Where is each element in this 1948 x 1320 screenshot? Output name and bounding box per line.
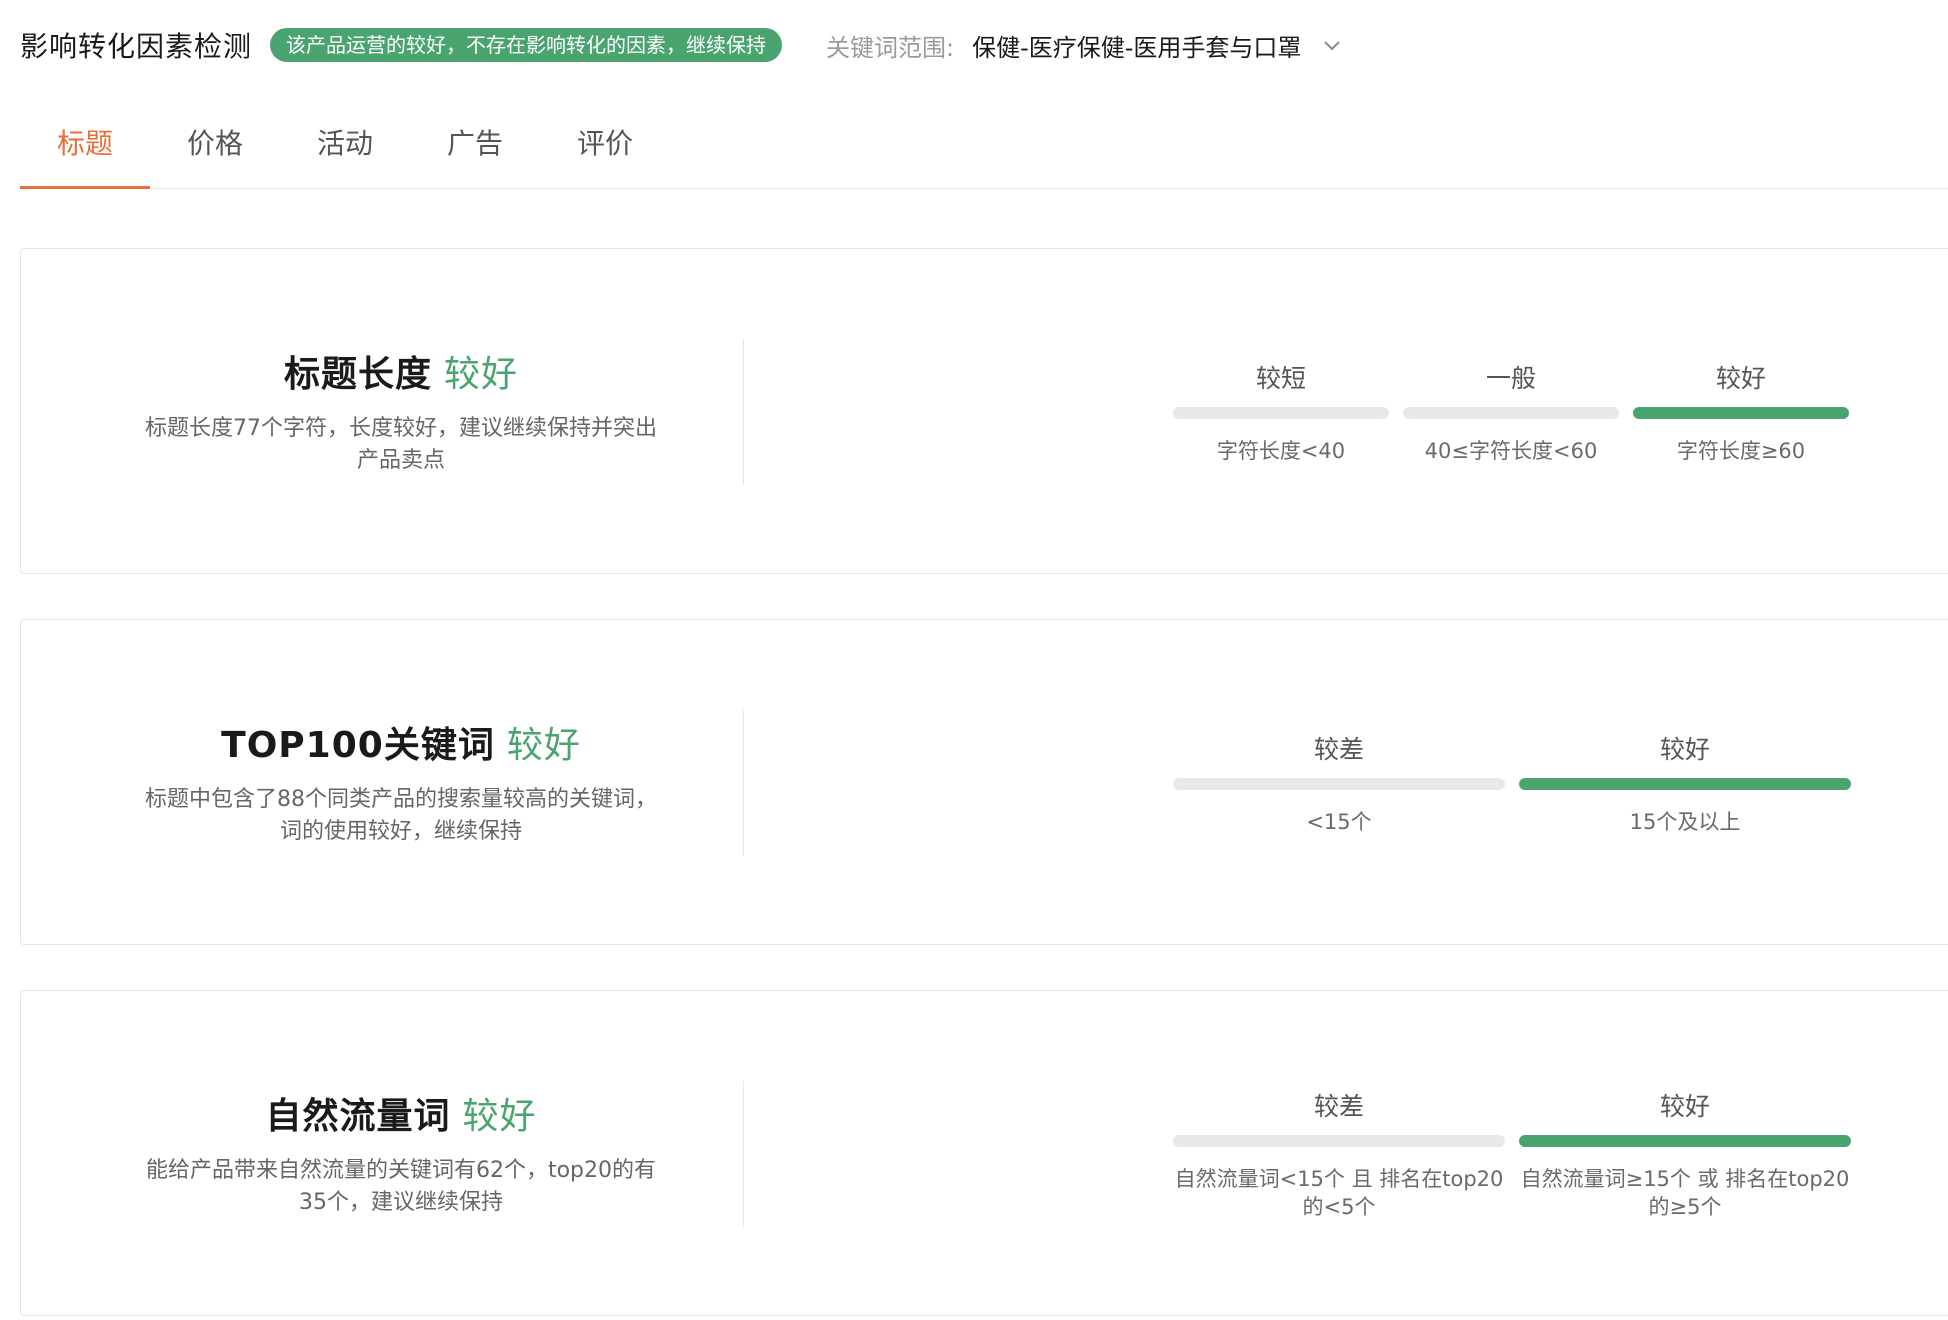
factor-grade: 较好 — [444, 354, 519, 395]
scale-level-label: 较好 — [1659, 1092, 1710, 1121]
keyword-scope-select[interactable]: 保健-医疗保健-医用手套与口罩 — [972, 28, 1343, 63]
scale-level: 较好 15个及以上 — [1519, 620, 1851, 944]
tab-label: 价格 — [186, 127, 243, 160]
scale-level: 较差 <15个 — [1173, 620, 1505, 944]
scale-level-bar — [1403, 407, 1619, 419]
keyword-scope-label: 关键词范围: — [826, 33, 955, 62]
grade-scale: 较差 <15个 较好 15个及以上 — [1173, 620, 1853, 944]
factor-description: 标题中包含了88个同类产品的搜索量较高的关键词，词的使用较好，继续保持 — [145, 787, 657, 844]
page: 影响转化因素检测 该产品运营的较好，不存在影响转化的因素，继续保持 关键词范围:… — [0, 0, 1948, 1320]
tab-label: 标题 — [56, 127, 113, 160]
scale-level-condition: 字符长度<40 — [1216, 439, 1346, 463]
factor-description: 能给产品带来自然流量的关键词有62个，top20的有35个，建议继续保持 — [145, 1158, 657, 1215]
factor-card-title-length: 标题长度 较好 标题长度77个字符，长度较好，建议继续保持并突出产品卖点 较短 字… — [20, 248, 1948, 574]
grade-scale: 较短 字符长度<40 一般 40≤字符长度<60 较好 字符长度≥60 — [1173, 249, 1853, 573]
scale-level-label: 较好 — [1659, 735, 1710, 764]
scale-level-bar — [1173, 407, 1389, 419]
factor-name: 标题长度 — [283, 354, 432, 395]
scale-level-label: 较差 — [1313, 735, 1364, 764]
tab-bar: 标题 价格 活动 广告 评价 — [20, 96, 1948, 189]
scale-level-condition: 15个及以上 — [1629, 810, 1741, 834]
tab-title[interactable]: 标题 — [20, 96, 150, 189]
factor-name: TOP100关键词 — [221, 725, 495, 766]
tab-label: 活动 — [316, 127, 373, 160]
status-badge: 该产品运营的较好，不存在影响转化的因素，继续保持 — [270, 28, 783, 62]
scale-level: 一般 40≤字符长度<60 — [1403, 249, 1619, 573]
scale-level-bar — [1173, 1135, 1505, 1147]
factor-name: 自然流量词 — [265, 1096, 451, 1137]
tab-activity[interactable]: 活动 — [280, 96, 410, 188]
grade-scale: 较差 自然流量词<15个 且 排名在top20的<5个 较好 自然流量词≥15个… — [1173, 991, 1853, 1315]
scale-level-label: 较好 — [1715, 364, 1766, 393]
factor-title: 自然流量词 较好 — [265, 1087, 536, 1139]
chevron-down-icon[interactable] — [1321, 34, 1343, 56]
scale-level-condition: 自然流量词<15个 且 排名在top20的<5个 — [1174, 1167, 1504, 1219]
scale-level-condition: 自然流量词≥15个 或 排名在top20的≥5个 — [1520, 1167, 1850, 1219]
factor-summary: 标题长度 较好 标题长度77个字符，长度较好，建议继续保持并突出产品卖点 — [111, 249, 691, 573]
scale-level: 较好 字符长度≥60 — [1633, 249, 1849, 573]
factor-title: TOP100关键词 较好 — [221, 716, 581, 768]
scale-level-bar — [1173, 778, 1505, 790]
divider — [743, 339, 744, 485]
factor-grade: 较好 — [506, 725, 581, 766]
factor-summary: 自然流量词 较好 能给产品带来自然流量的关键词有62个，top20的有35个，建议… — [111, 991, 691, 1315]
factor-card-organic-keywords: 自然流量词 较好 能给产品带来自然流量的关键词有62个，top20的有35个，建议… — [20, 990, 1948, 1316]
scale-level-label: 一般 — [1485, 364, 1536, 393]
scale-level: 较短 字符长度<40 — [1173, 249, 1389, 573]
scale-level-bar-active — [1519, 778, 1851, 790]
tab-price[interactable]: 价格 — [150, 96, 280, 188]
tab-label: 评价 — [576, 127, 633, 160]
factor-description: 标题长度77个字符，长度较好，建议继续保持并突出产品卖点 — [145, 416, 657, 473]
scale-level-condition: 40≤字符长度<60 — [1424, 439, 1598, 463]
page-title: 影响转化因素检测 — [20, 30, 253, 63]
divider — [743, 710, 744, 856]
scale-level: 较好 自然流量词≥15个 或 排名在top20的≥5个 — [1519, 991, 1851, 1315]
scale-level: 较差 自然流量词<15个 且 排名在top20的<5个 — [1173, 991, 1505, 1315]
scale-level-bar-active — [1633, 407, 1849, 419]
factor-title: 标题长度 较好 — [284, 345, 518, 397]
factor-grade: 较好 — [462, 1096, 537, 1137]
scale-level-condition: 字符长度≥60 — [1676, 439, 1806, 463]
keyword-scope-value: 保健-医疗保健-医用手套与口罩 — [972, 33, 1302, 62]
scale-level-label: 较差 — [1313, 1092, 1364, 1121]
header: 影响转化因素检测 该产品运营的较好，不存在影响转化的因素，继续保持 关键词范围:… — [20, 20, 1940, 70]
factor-summary: TOP100关键词 较好 标题中包含了88个同类产品的搜索量较高的关键词，词的使用… — [111, 620, 691, 944]
scale-level-condition: <15个 — [1306, 810, 1372, 834]
tab-label: 广告 — [446, 127, 503, 160]
scale-level-bar-active — [1519, 1135, 1851, 1147]
divider — [743, 1081, 744, 1227]
factor-card-top100-keywords: TOP100关键词 较好 标题中包含了88个同类产品的搜索量较高的关键词，词的使用… — [20, 619, 1948, 945]
tab-reviews[interactable]: 评价 — [540, 96, 670, 188]
scale-level-label: 较短 — [1255, 364, 1306, 393]
tab-advertising[interactable]: 广告 — [410, 96, 540, 188]
